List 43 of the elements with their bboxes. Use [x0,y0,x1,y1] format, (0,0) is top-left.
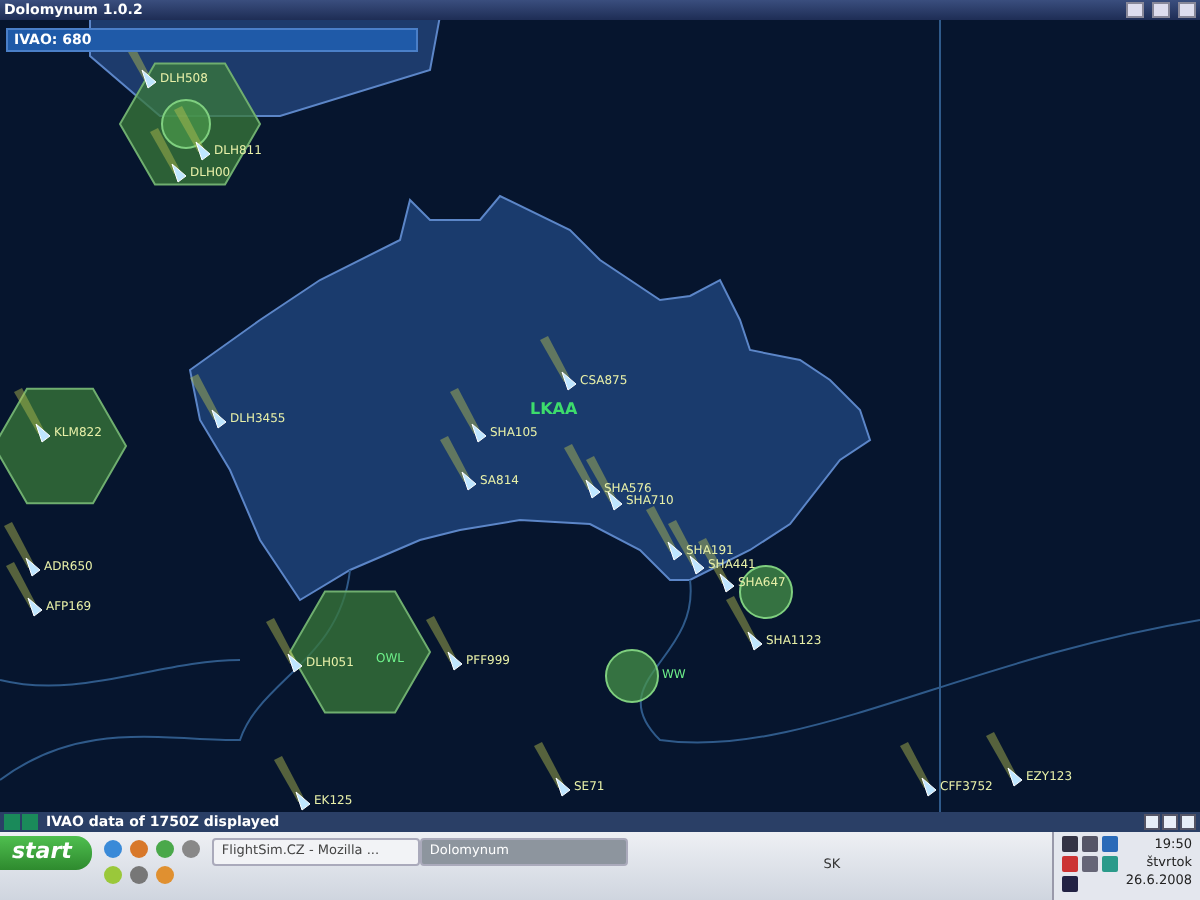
aircraft-icon [471,423,487,443]
airport-zone [739,565,793,619]
flight-trail [564,444,596,490]
flight-trail [6,562,38,608]
flight-trail [4,522,36,568]
flight-trail [646,506,678,552]
flight-trail [450,388,482,434]
close-button[interactable] [1178,2,1196,18]
control-zone [0,387,128,505]
aircraft-icon [211,409,227,429]
aircraft-icon [295,791,311,811]
layout-button[interactable] [1144,814,1160,830]
aircraft-icon [35,423,51,443]
flight-trail [540,336,572,382]
airport-zone [161,99,211,149]
flight-trail [190,374,222,420]
control-zone [288,590,432,714]
flight-trail [266,618,298,664]
aircraft-icon [1007,767,1023,787]
flight-trail [426,616,458,662]
flight-trail [274,756,306,802]
options-button[interactable] [1162,814,1178,830]
aircraft-icon [921,777,937,797]
flight-trail [534,742,566,788]
flight-trail [900,742,932,788]
flight-trail [150,128,182,174]
flight-trail [986,732,1018,778]
aircraft-icon [447,651,463,671]
aircraft-icon [141,69,157,89]
airport-zone [605,649,659,703]
flight-trail [726,596,758,642]
aircraft-icon [287,653,303,673]
aircraft-icon [461,471,477,491]
aircraft-icon [555,777,571,797]
minimize-button[interactable] [1126,2,1144,18]
aircraft-icon [747,631,763,651]
resize-button[interactable] [1180,814,1196,830]
flight-trail [440,436,472,482]
maximize-button[interactable] [1152,2,1170,18]
sector-label: LKAA [530,398,578,422]
flight-trail [174,106,206,152]
aircraft-icon [561,371,577,391]
flight-trail [14,388,46,434]
